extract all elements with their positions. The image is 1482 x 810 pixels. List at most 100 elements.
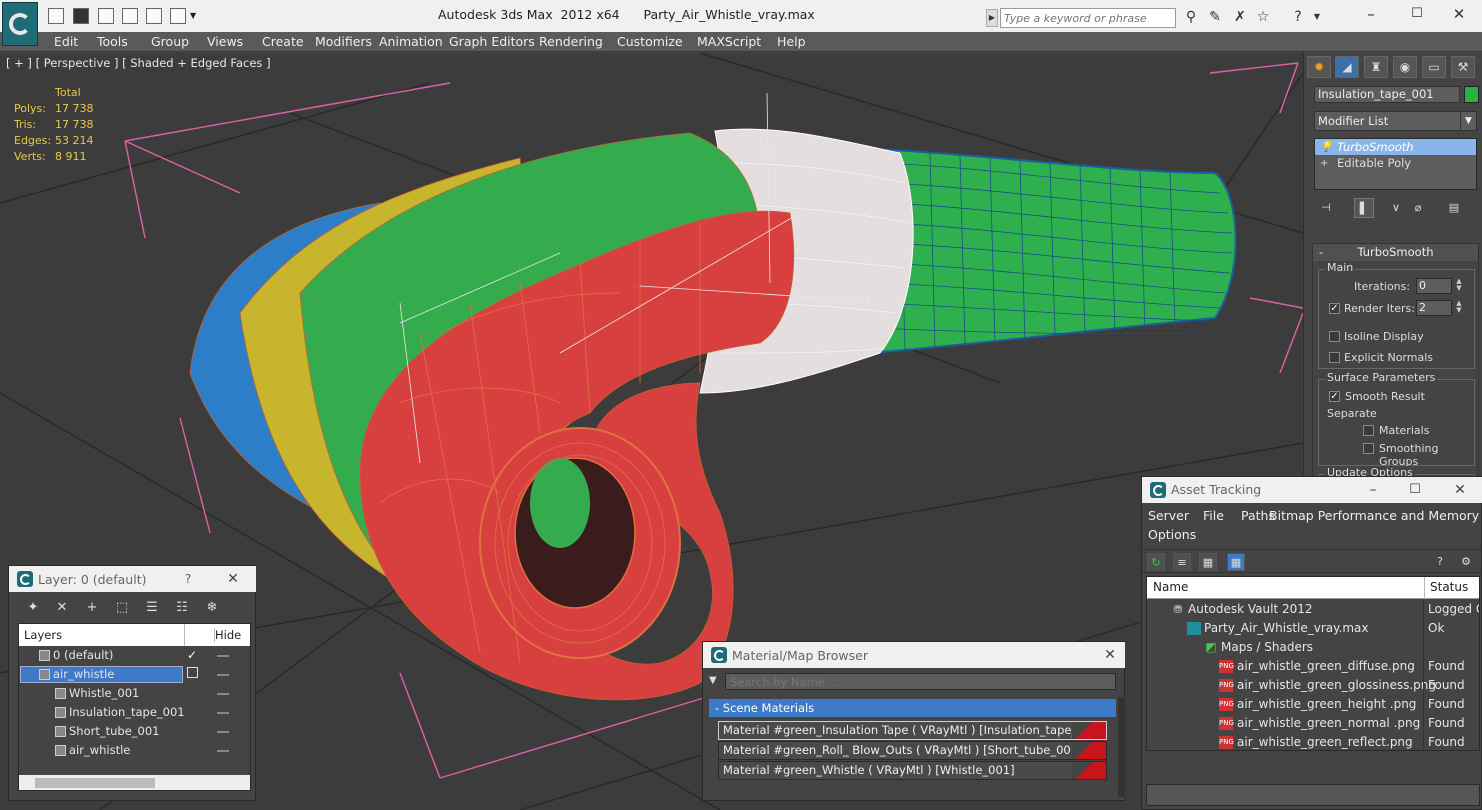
modifier-list-dropdown[interactable]: Modifier List ▼ <box>1314 111 1477 131</box>
hold-icon[interactable] <box>122 8 138 24</box>
close-button[interactable]: ✕ <box>1436 0 1482 30</box>
open-file-icon[interactable] <box>98 8 114 24</box>
close-button[interactable]: ✕ <box>1445 479 1475 501</box>
help-icon[interactable]: ? <box>1431 553 1449 571</box>
spinner-arrows-icon[interactable]: ▲ ▼ <box>1454 278 1464 294</box>
menu-server[interactable]: Server <box>1148 508 1189 523</box>
remove-modifier-icon[interactable]: ⌀ <box>1408 198 1428 218</box>
configure-modifier-sets-icon[interactable]: ▤ <box>1444 198 1464 218</box>
create-tab-icon[interactable]: ✹ <box>1307 56 1331 78</box>
search-expand-icon[interactable]: ▶ <box>986 9 998 27</box>
object-color-swatch[interactable] <box>1464 86 1479 103</box>
delete-layer-icon[interactable]: ✕ <box>52 598 72 618</box>
highlight-layer-icon[interactable]: ☰ <box>142 598 162 618</box>
menu-create[interactable]: Create <box>262 33 304 51</box>
freeze-all-icon[interactable]: ❄ <box>202 598 222 618</box>
refresh-icon[interactable]: ↻ <box>1147 553 1165 571</box>
stack-item-editable-poly[interactable]: + Editable Poly <box>1315 155 1476 171</box>
material-search-input[interactable] <box>725 673 1116 690</box>
layer-row-air-whistle[interactable]: air_whistle <box>19 665 250 684</box>
select-objects-icon[interactable]: ⬚ <box>112 598 132 618</box>
menu-help[interactable]: Help <box>777 33 806 51</box>
close-button[interactable]: ✕ <box>218 568 248 590</box>
fetch-icon[interactable] <box>146 8 162 24</box>
smoothing-groups-checkbox[interactable] <box>1363 443 1374 454</box>
horizontal-scrollbar[interactable] <box>19 775 250 790</box>
menu-options[interactable]: Options <box>1148 527 1196 542</box>
help-icon[interactable]: ? <box>1289 9 1307 25</box>
set-current-layer-box[interactable] <box>187 667 198 678</box>
project-folder-icon[interactable] <box>170 8 186 24</box>
scene-materials-group[interactable]: - Scene Materials <box>709 699 1116 717</box>
menu-maxscript[interactable]: MAXScript <box>697 33 761 51</box>
stack-item-turbosmooth[interactable]: 💡 TurboSmooth <box>1315 139 1476 155</box>
new-file-icon[interactable] <box>48 8 64 24</box>
turbosmooth-rollout-header[interactable]: - TurboSmooth <box>1313 244 1478 261</box>
expand-plus-icon[interactable]: + <box>1320 156 1330 169</box>
menu-views[interactable]: Views <box>207 33 243 51</box>
material-row[interactable]: Material #green_Insulation Tape ( VRayMt… <box>718 721 1107 740</box>
menu-animation[interactable]: Animation <box>379 33 443 51</box>
close-button[interactable]: ✕ <box>1095 644 1125 666</box>
minimize-button[interactable]: – <box>1358 479 1388 501</box>
lightbulb-icon[interactable]: 💡 <box>1320 140 1332 153</box>
materials-checkbox[interactable] <box>1363 425 1374 436</box>
iterations-spinner[interactable]: 0 <box>1416 278 1452 294</box>
render-iters-checkbox[interactable]: ✓ <box>1329 303 1340 314</box>
table-row[interactable]: PNG air_whistle_green_glossiness.png Fou… <box>1147 676 1479 695</box>
show-end-result-icon[interactable]: ▌ <box>1354 198 1374 218</box>
hide-toggle[interactable] <box>217 693 229 695</box>
communication-center-icon[interactable]: ✗ <box>1231 9 1249 25</box>
utilities-tab-icon[interactable]: ⚒ <box>1451 56 1475 78</box>
hide-all-icon[interactable]: ☷ <box>172 598 192 618</box>
spinner-arrows-icon[interactable]: ▲ ▼ <box>1454 300 1464 316</box>
infocenter-search-input[interactable] <box>1000 8 1176 28</box>
isoline-display-checkbox[interactable] <box>1329 331 1340 342</box>
modify-tab-icon[interactable]: ◢ <box>1335 56 1359 78</box>
layer-object-row[interactable]: Short_tube_001 <box>19 722 250 741</box>
column-layers[interactable]: Layers <box>24 628 62 642</box>
material-row[interactable]: Material #green_Whistle ( VRayMtl ) [Whi… <box>718 761 1107 780</box>
create-layer-icon[interactable]: ✦ <box>23 598 43 618</box>
menu-file[interactable]: File <box>1203 508 1224 523</box>
layer-object-row[interactable]: Insulation_tape_001 <box>19 703 250 722</box>
add-to-layer-icon[interactable]: + <box>82 598 102 618</box>
vertical-scrollbar[interactable] <box>1118 697 1125 797</box>
render-iters-spinner[interactable]: 2 <box>1416 300 1452 316</box>
subscription-icon[interactable]: ✎ <box>1206 9 1224 25</box>
maximize-button[interactable]: ☐ <box>1394 0 1440 30</box>
help-dropdown-icon[interactable]: ▼ <box>1308 9 1326 25</box>
column-name[interactable]: Name <box>1153 580 1188 594</box>
layer-row-default[interactable]: 0 (default) ✓ <box>19 646 250 665</box>
material-row[interactable]: Material #green_Roll_ Blow_Outs ( VRayMt… <box>718 741 1107 760</box>
favorites-star-icon[interactable]: ☆ <box>1254 9 1272 25</box>
object-name-field[interactable]: Insulation_tape_001 <box>1314 86 1460 103</box>
binoculars-icon[interactable]: ⚲ <box>1182 9 1200 25</box>
table-row[interactable]: PNG air_whistle_green_reflect.png Found <box>1147 733 1479 750</box>
hierarchy-tab-icon[interactable]: ♜ <box>1364 56 1388 78</box>
smooth-result-checkbox[interactable]: ✓ <box>1329 391 1340 402</box>
table-row[interactable]: PNG air_whistle_green_diffuse.png Found <box>1147 657 1479 676</box>
make-unique-icon[interactable]: ∨ <box>1386 198 1406 218</box>
menu-tools[interactable]: Tools <box>97 33 128 51</box>
hide-toggle[interactable] <box>217 731 229 733</box>
menu-modifiers[interactable]: Modifiers <box>315 33 372 51</box>
display-tab-icon[interactable]: ▭ <box>1422 56 1446 78</box>
save-icon[interactable] <box>73 8 89 24</box>
table-view-icon[interactable]: ▦ <box>1227 553 1245 571</box>
browser-options-icon[interactable]: ▼ <box>709 675 717 686</box>
detail-view-icon[interactable]: ▦ <box>1199 553 1217 571</box>
help-button[interactable]: ? <box>173 568 203 590</box>
menu-group[interactable]: Group <box>151 33 189 51</box>
table-row[interactable]: PNG air_whistle_green_height .png Found <box>1147 695 1479 714</box>
table-row[interactable]: ◩ Maps / Shaders <box>1147 638 1479 657</box>
menu-customize[interactable]: Customize <box>617 33 683 51</box>
layer-object-row[interactable]: Whistle_001 <box>19 684 250 703</box>
settings-icon[interactable]: ⚙ <box>1457 553 1475 571</box>
layer-object-row[interactable]: air_whistle <box>19 741 250 760</box>
column-status[interactable]: Status <box>1424 577 1468 599</box>
viewport-label[interactable]: [ + ] [ Perspective ] [ Shaded + Edged F… <box>6 56 271 70</box>
table-row[interactable]: PNG air_whistle_green_normal .png Found <box>1147 714 1479 733</box>
app-logo-button[interactable] <box>2 2 38 46</box>
menu-graph-editors[interactable]: Graph Editors <box>449 33 535 51</box>
